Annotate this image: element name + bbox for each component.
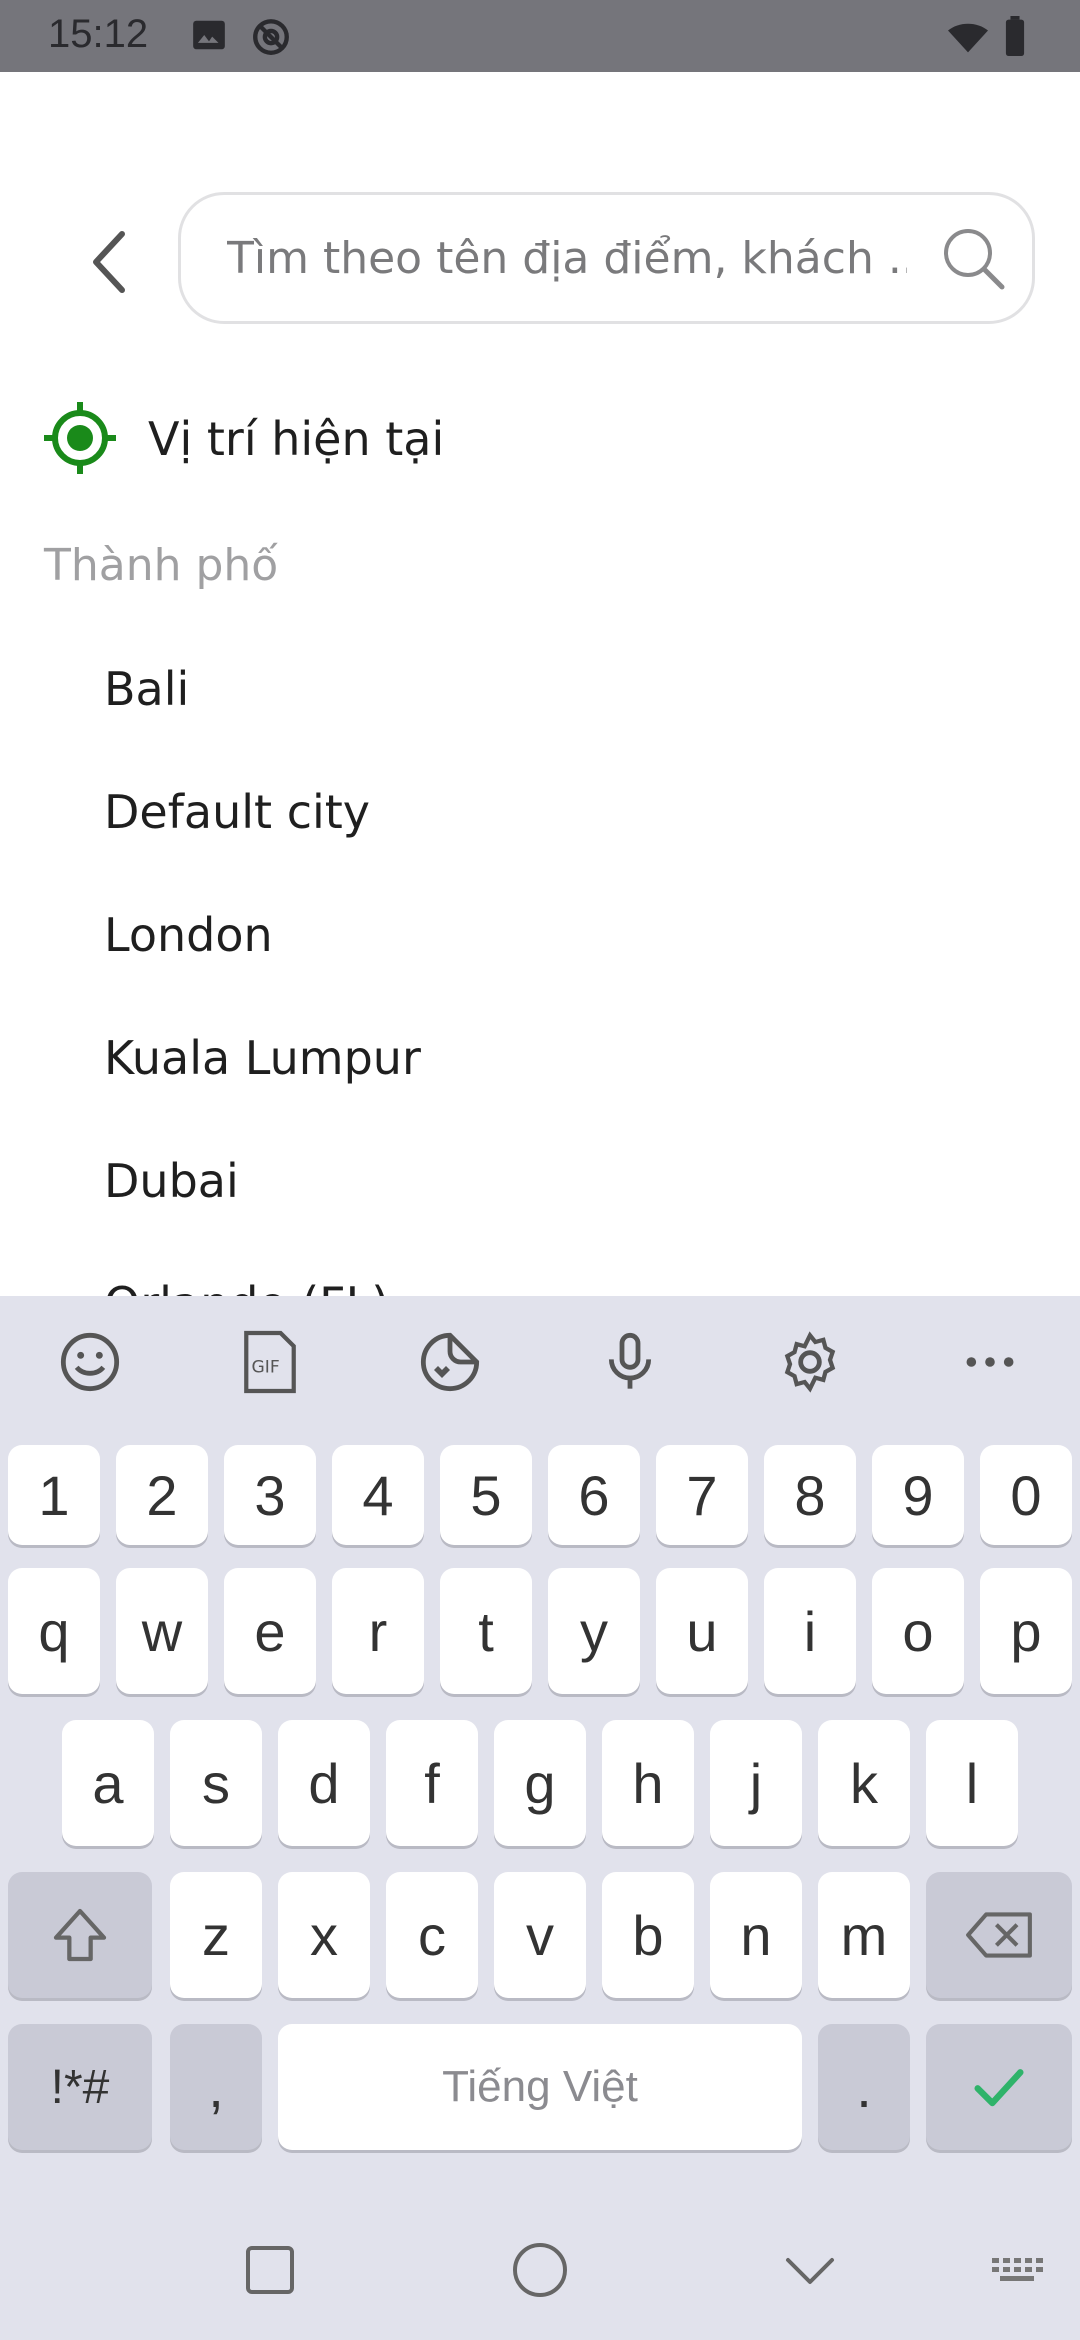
more-icon[interactable]: [954, 1326, 1026, 1398]
back-icon[interactable]: [780, 2240, 840, 2300]
gif-icon[interactable]: GIF: [234, 1326, 306, 1398]
recents-icon[interactable]: [240, 2240, 300, 2300]
sticker-icon[interactable]: [414, 1326, 486, 1398]
key-h[interactable]: h: [602, 1720, 694, 1846]
keyboard-switch-icon[interactable]: [988, 2240, 1048, 2300]
key-i[interactable]: i: [764, 1568, 856, 1694]
key-y[interactable]: y: [548, 1568, 640, 1694]
section-title: Thành phố: [44, 540, 279, 591]
key-w[interactable]: w: [116, 1568, 208, 1694]
key-7[interactable]: 7: [656, 1445, 748, 1545]
key-b[interactable]: b: [602, 1872, 694, 1998]
period-key[interactable]: .: [818, 2024, 910, 2150]
key-5[interactable]: 5: [440, 1445, 532, 1545]
emoji-icon[interactable]: [54, 1326, 126, 1398]
key-a[interactable]: a: [62, 1720, 154, 1846]
navigation-bar: [0, 2200, 1080, 2340]
keyboard-toolbar: GIF: [0, 1296, 1080, 1426]
key-3[interactable]: 3: [224, 1445, 316, 1545]
settings-icon[interactable]: [774, 1326, 846, 1398]
current-location-label: Vị trí hiện tại: [148, 412, 445, 466]
keyboard: GIF 1 2 3 4 5 6 7 8 9 0 q w e r t y u i …: [0, 1296, 1080, 2340]
city-item[interactable]: Default city: [104, 785, 370, 839]
shift-key[interactable]: [8, 1872, 152, 1998]
key-9[interactable]: 9: [872, 1445, 964, 1545]
key-1[interactable]: 1: [8, 1445, 100, 1545]
key-p[interactable]: p: [980, 1568, 1072, 1694]
key-m[interactable]: m: [818, 1872, 910, 1998]
key-6[interactable]: 6: [548, 1445, 640, 1545]
key-n[interactable]: n: [710, 1872, 802, 1998]
key-g[interactable]: g: [494, 1720, 586, 1846]
key-8[interactable]: 8: [764, 1445, 856, 1545]
enter-key[interactable]: [926, 2024, 1072, 2150]
svg-text:GIF: GIF: [252, 1358, 280, 1378]
city-item[interactable]: Bali: [104, 662, 189, 716]
city-item[interactable]: Dubai: [104, 1154, 239, 1208]
crosshair-icon: [44, 402, 116, 474]
symbols-key[interactable]: !*#: [8, 2024, 152, 2150]
key-k[interactable]: k: [818, 1720, 910, 1846]
key-z[interactable]: z: [170, 1872, 262, 1998]
key-e[interactable]: e: [224, 1568, 316, 1694]
key-l[interactable]: l: [926, 1720, 1018, 1846]
mic-icon[interactable]: [594, 1326, 666, 1398]
city-list: Vị trí hiện tại Thành phố Bali Default c…: [0, 0, 1080, 1296]
key-x[interactable]: x: [278, 1872, 370, 1998]
shift-icon: [53, 1908, 107, 1962]
city-item[interactable]: London: [104, 908, 273, 962]
key-f[interactable]: f: [386, 1720, 478, 1846]
key-2[interactable]: 2: [116, 1445, 208, 1545]
comma-key[interactable]: ,: [170, 2024, 262, 2150]
backspace-icon: [966, 1912, 1032, 1958]
key-c[interactable]: c: [386, 1872, 478, 1998]
check-icon: [974, 2069, 1024, 2107]
key-4[interactable]: 4: [332, 1445, 424, 1545]
backspace-key[interactable]: [926, 1872, 1072, 1998]
key-q[interactable]: q: [8, 1568, 100, 1694]
key-r[interactable]: r: [332, 1568, 424, 1694]
space-key[interactable]: Tiếng Việt: [278, 2024, 802, 2150]
key-o[interactable]: o: [872, 1568, 964, 1694]
key-t[interactable]: t: [440, 1568, 532, 1694]
key-j[interactable]: j: [710, 1720, 802, 1846]
key-v[interactable]: v: [494, 1872, 586, 1998]
key-u[interactable]: u: [656, 1568, 748, 1694]
current-location-row[interactable]: Vị trí hiện tại: [44, 398, 744, 478]
city-item[interactable]: Orlando (FL): [104, 1277, 389, 1296]
key-d[interactable]: d: [278, 1720, 370, 1846]
city-item[interactable]: Kuala Lumpur: [104, 1031, 421, 1085]
home-icon[interactable]: [510, 2240, 570, 2300]
key-0[interactable]: 0: [980, 1445, 1072, 1545]
key-s[interactable]: s: [170, 1720, 262, 1846]
